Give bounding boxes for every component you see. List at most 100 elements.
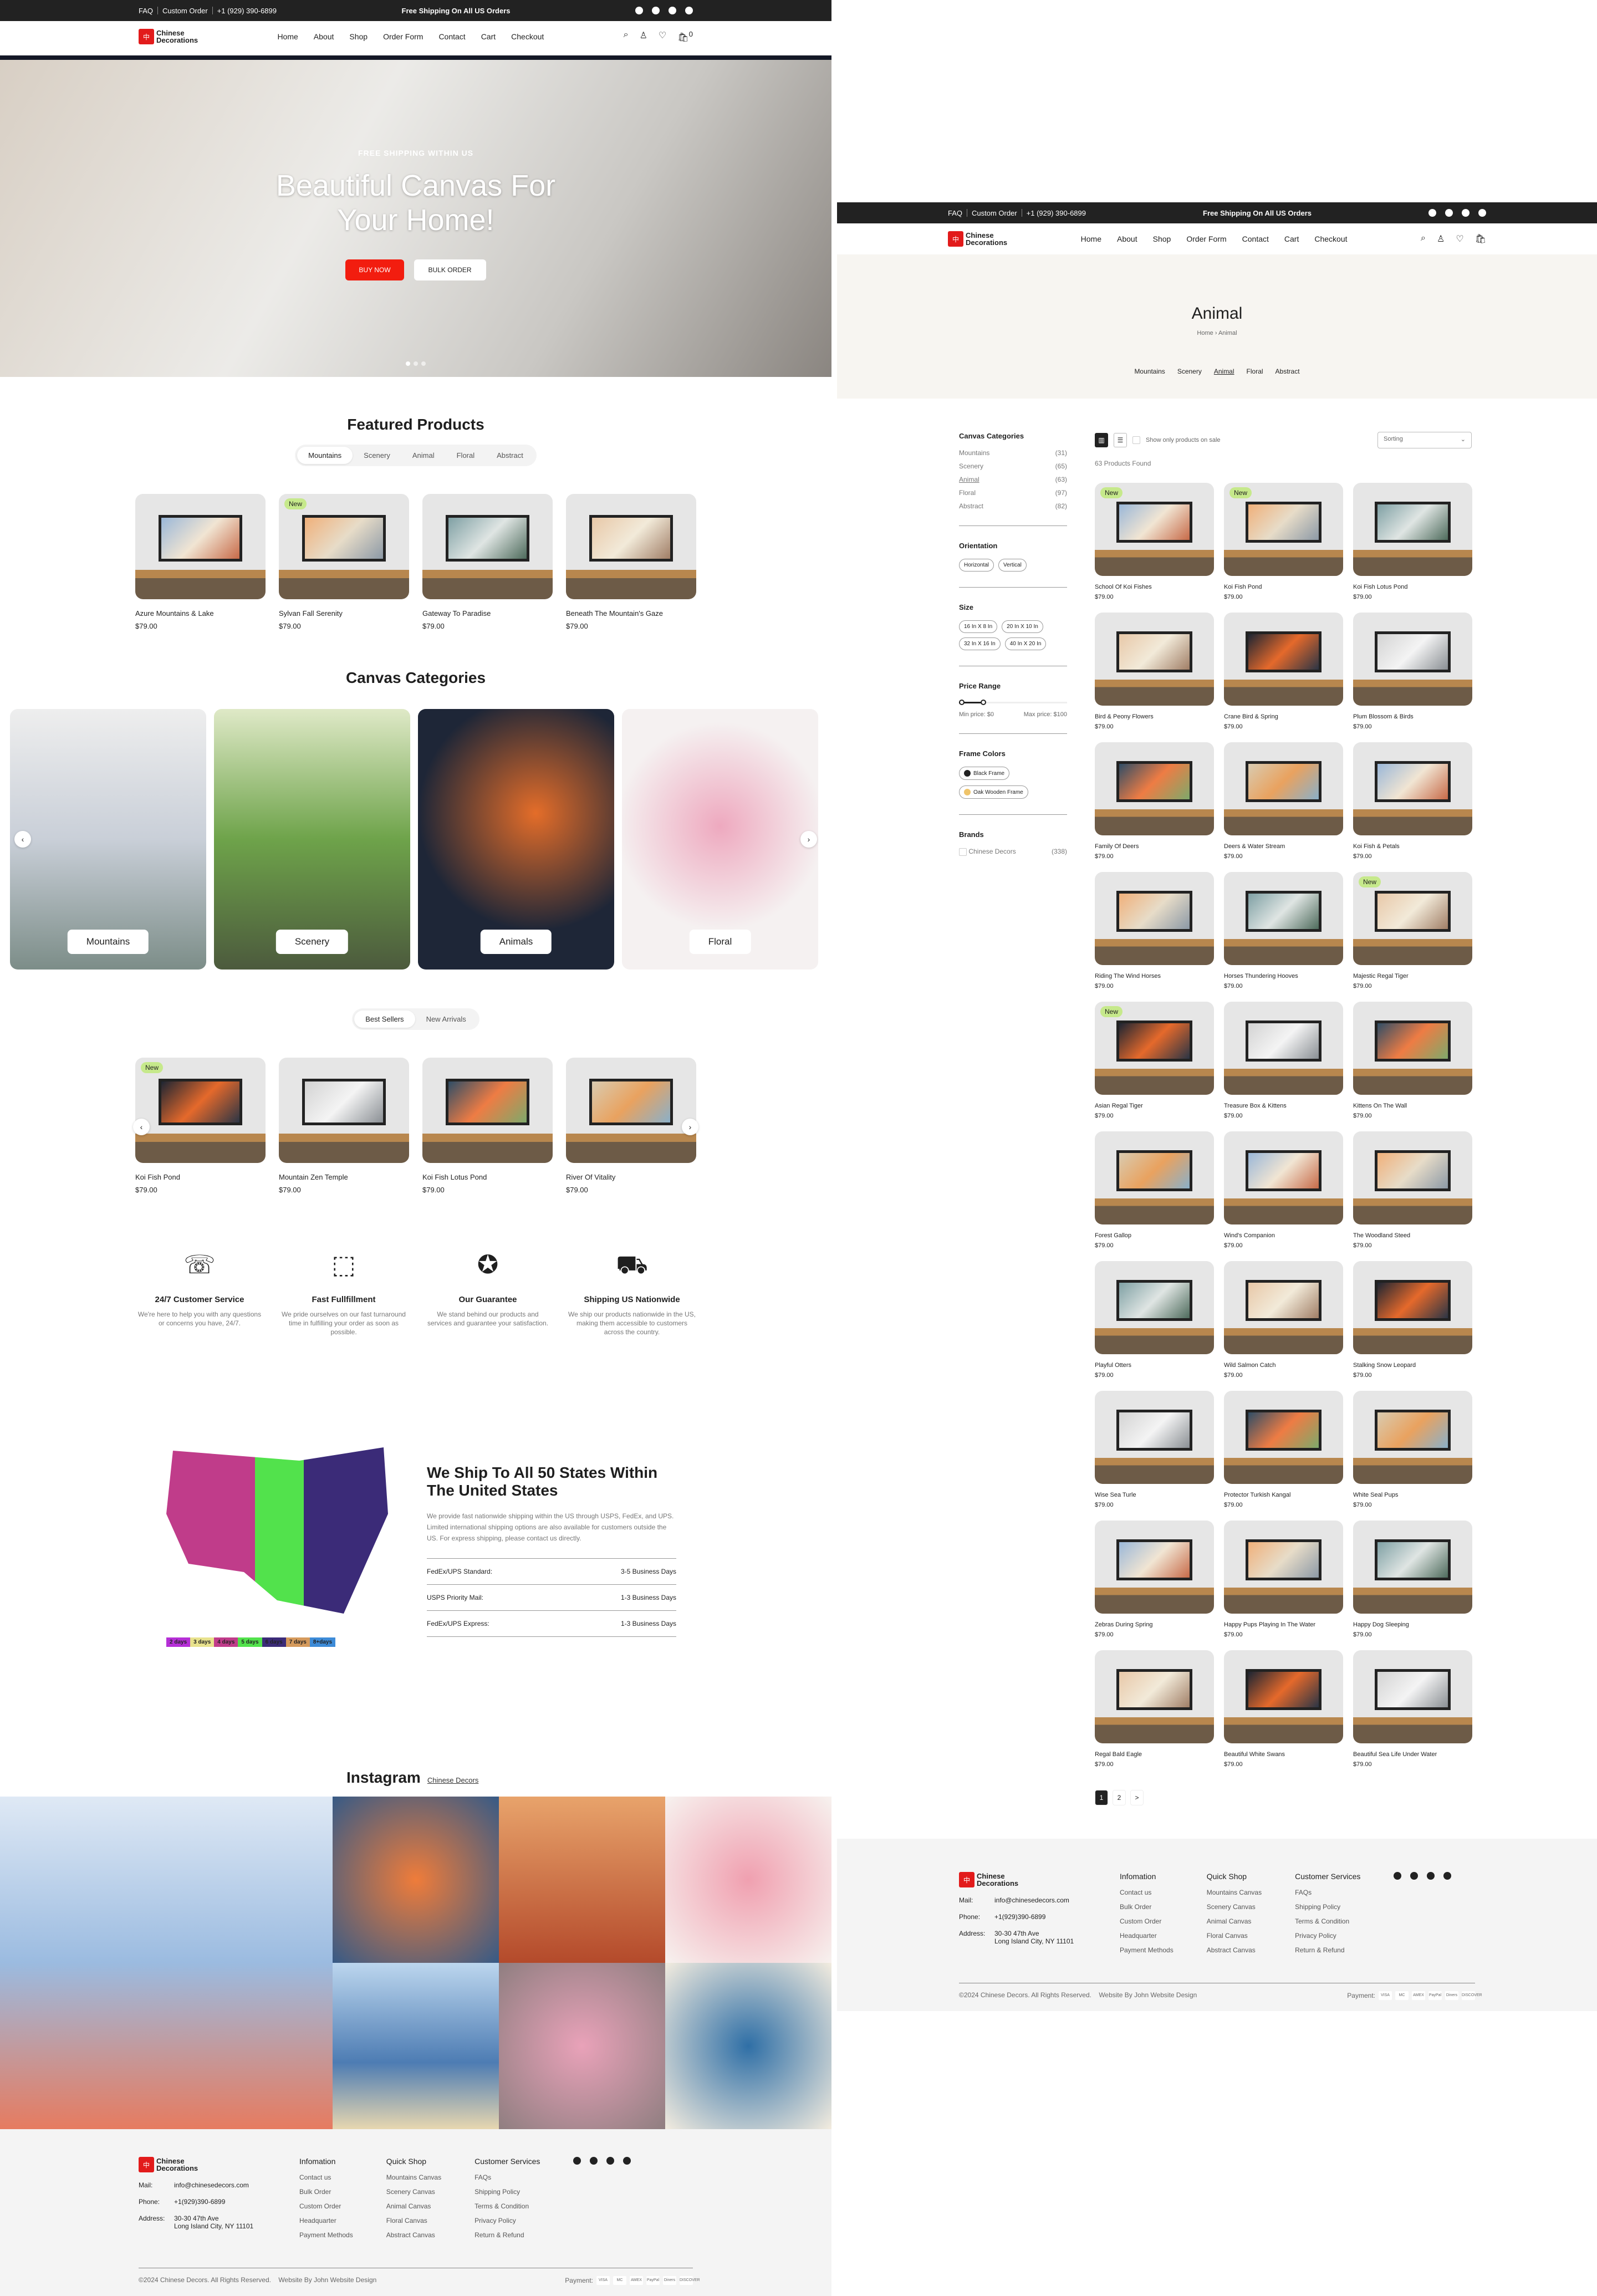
nav-cart[interactable]: Cart <box>481 32 496 41</box>
product-image[interactable] <box>1095 613 1214 706</box>
phone-link[interactable]: +1 (929) 390-6899 <box>1027 209 1086 217</box>
product-image[interactable]: New <box>1353 872 1472 965</box>
footer-link[interactable]: Bulk Order <box>1120 1903 1173 1911</box>
subnav-animal[interactable]: Animal <box>1214 368 1234 375</box>
product-image[interactable] <box>1224 1261 1343 1354</box>
nav-order-form[interactable]: Order Form <box>383 32 423 41</box>
facebook-icon[interactable] <box>1394 1872 1402 1880</box>
footer-link[interactable]: Shipping Policy <box>1295 1903 1360 1911</box>
product-name[interactable]: Wild Salmon Catch <box>1224 1362 1343 1369</box>
product-card[interactable]: Deers & Water Stream $79.00 <box>1224 742 1343 860</box>
product-card[interactable]: Koi Fish Lotus Pond $79.00 <box>422 1058 553 1194</box>
tab-scenery[interactable]: Scenery <box>353 447 401 464</box>
brand-filter-item[interactable]: Chinese Decors (338) <box>959 848 1067 856</box>
size-chip[interactable]: 40 In X 20 In <box>1004 637 1047 650</box>
product-card[interactable]: Crane Bird & Spring $79.00 <box>1224 613 1343 730</box>
nav-shop[interactable]: Shop <box>349 32 368 41</box>
size-chip[interactable]: 32 In X 16 In <box>959 637 1001 650</box>
facebook-icon[interactable] <box>635 7 643 14</box>
product-card[interactable]: Treasure Box & Kittens $79.00 <box>1224 1002 1343 1119</box>
product-name[interactable]: Koi Fish Pond <box>135 1173 266 1181</box>
product-image[interactable] <box>1353 1131 1472 1224</box>
youtube-icon[interactable] <box>1462 209 1470 217</box>
footer-link[interactable]: Terms & Condition <box>474 2202 540 2210</box>
product-card[interactable]: Regal Bald Eagle $79.00 <box>1095 1650 1214 1768</box>
product-name[interactable]: Family Of Deers <box>1095 843 1214 850</box>
mail-link[interactable]: info@chinesedecors.com <box>994 1896 1069 1904</box>
facebook-icon[interactable] <box>1428 209 1436 217</box>
breadcrumb-home[interactable]: Home <box>1197 330 1213 336</box>
credit-link[interactable]: Website By John Website Design <box>278 2276 376 2284</box>
footer-link[interactable]: Scenery Canvas <box>1207 1903 1262 1911</box>
subnav-abstract[interactable]: Abstract <box>1275 368 1300 375</box>
product-name[interactable]: River Of Vitality <box>566 1173 696 1181</box>
product-image[interactable] <box>1095 1521 1214 1614</box>
account-icon[interactable]: ♙ <box>1437 233 1445 244</box>
price-min-handle[interactable] <box>959 700 965 705</box>
category-filter-item[interactable]: Abstract (82) <box>959 502 1067 510</box>
phone-link[interactable]: +1 (929) 390-6899 <box>217 7 277 15</box>
product-card[interactable]: Beautiful Sea Life Under Water $79.00 <box>1353 1650 1472 1768</box>
product-image[interactable] <box>1224 1131 1343 1224</box>
footer-link[interactable]: Payment Methods <box>299 2231 353 2239</box>
footer-link[interactable]: Scenery Canvas <box>386 2188 441 2196</box>
nav-shop[interactable]: Shop <box>1153 234 1171 243</box>
footer-link[interactable]: Contact us <box>1120 1889 1173 1896</box>
product-name[interactable]: Wind's Companion <box>1224 1232 1343 1239</box>
subnav-floral[interactable]: Floral <box>1247 368 1263 375</box>
product-name[interactable]: Wise Sea Turle <box>1095 1492 1214 1498</box>
product-image[interactable] <box>1353 613 1472 706</box>
product-name[interactable]: Koi Fish Lotus Pond <box>1353 584 1472 590</box>
footer-link[interactable]: Animal Canvas <box>386 2202 441 2210</box>
product-card[interactable]: Koi Fish & Petals $79.00 <box>1353 742 1472 860</box>
product-card[interactable]: Horses Thundering Hooves $79.00 <box>1224 872 1343 989</box>
footer-link[interactable]: Return & Refund <box>474 2231 540 2239</box>
tab-animal[interactable]: Animal <box>401 447 446 464</box>
custom-order-link[interactable]: Custom Order <box>972 209 1017 217</box>
product-image[interactable] <box>1353 742 1472 835</box>
footer-link[interactable]: Contact us <box>299 2173 353 2181</box>
product-card[interactable]: Happy Pups Playing In The Water $79.00 <box>1224 1521 1343 1638</box>
product-card[interactable]: Plum Blossom & Birds $79.00 <box>1353 613 1472 730</box>
subnav-scenery[interactable]: Scenery <box>1177 368 1202 375</box>
product-name[interactable]: Beneath The Mountain's Gaze <box>566 609 696 618</box>
footer-link[interactable]: Privacy Policy <box>474 2217 540 2224</box>
logo[interactable]: 中 Chinese Decorations <box>948 231 1007 247</box>
product-image[interactable] <box>1353 1261 1472 1354</box>
product-image[interactable]: New <box>279 494 409 599</box>
category-filter-item[interactable]: Scenery (65) <box>959 462 1067 470</box>
footer-link[interactable]: FAQs <box>1295 1889 1360 1896</box>
product-image[interactable] <box>279 1058 409 1163</box>
footer-link[interactable]: Bulk Order <box>299 2188 353 2196</box>
product-card[interactable]: Zebras During Spring $79.00 <box>1095 1521 1214 1638</box>
nav-home[interactable]: Home <box>277 32 298 41</box>
product-image[interactable] <box>566 1058 696 1163</box>
mail-link[interactable]: info@chinesedecors.com <box>174 2181 249 2189</box>
price-slider[interactable] <box>959 699 1067 706</box>
product-name[interactable]: Beautiful White Swans <box>1224 1751 1343 1758</box>
carousel-prev-icon[interactable]: ‹ <box>14 831 31 848</box>
tiktok-icon[interactable] <box>1478 209 1486 217</box>
page-button[interactable]: 2 <box>1113 1790 1126 1805</box>
tab-floral[interactable]: Floral <box>446 447 486 464</box>
product-name[interactable]: Crane Bird & Spring <box>1224 713 1343 720</box>
product-name[interactable]: Bird & Peony Flowers <box>1095 713 1214 720</box>
product-card[interactable]: Bird & Peony Flowers $79.00 <box>1095 613 1214 730</box>
product-name[interactable]: Deers & Water Stream <box>1224 843 1343 850</box>
product-image[interactable] <box>1353 1391 1472 1484</box>
product-card[interactable]: Wise Sea Turle $79.00 <box>1095 1391 1214 1508</box>
product-card[interactable]: Playful Otters $79.00 <box>1095 1261 1214 1379</box>
product-image[interactable] <box>1095 1650 1214 1743</box>
brand-checkbox[interactable] <box>959 848 967 856</box>
faq-link[interactable]: FAQ <box>139 7 153 15</box>
instagram-image[interactable] <box>333 1963 499 2129</box>
footer-link[interactable]: Floral Canvas <box>386 2217 441 2224</box>
footer-link[interactable]: Shipping Policy <box>474 2188 540 2196</box>
category-card-animals[interactable]: Animals <box>418 709 614 970</box>
wishlist-icon[interactable]: ♡ <box>1456 233 1463 244</box>
product-name[interactable]: Playful Otters <box>1095 1362 1214 1369</box>
product-image[interactable] <box>1095 872 1214 965</box>
product-name[interactable]: Kittens On The Wall <box>1353 1103 1472 1109</box>
product-image[interactable]: New <box>1095 1002 1214 1095</box>
product-name[interactable]: Protector Turkish Kangal <box>1224 1492 1343 1498</box>
